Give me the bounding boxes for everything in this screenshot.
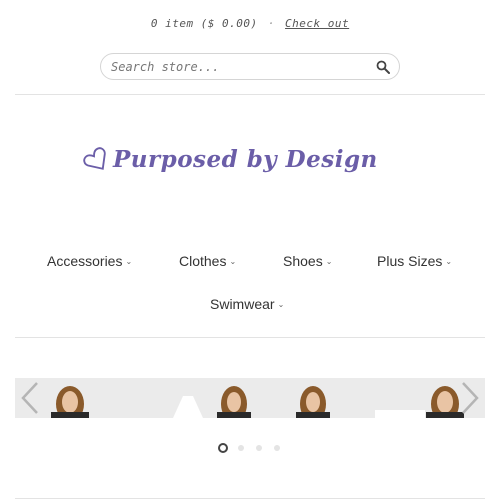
chevron-down-icon: ⌄ <box>277 300 285 309</box>
chevron-down-icon: ⌄ <box>325 257 333 266</box>
slider-dot-2[interactable] <box>238 445 244 451</box>
slide-image <box>217 386 251 418</box>
image-slider <box>15 378 485 418</box>
nav-item-shoes[interactable]: Shoes ⌄ <box>283 253 332 269</box>
footer-divider <box>15 498 485 499</box>
header-divider <box>15 94 485 95</box>
nav-item-accessories[interactable]: Accessories ⌄ <box>47 253 132 269</box>
cart-separator: · <box>267 17 275 30</box>
chevron-down-icon: ⌄ <box>229 257 237 266</box>
chevron-left-icon[interactable] <box>19 381 41 415</box>
nav-item-clothes[interactable]: Clothes ⌄ <box>179 253 236 269</box>
cart-summary: 0 item ($ 0.00) <box>150 17 258 30</box>
nav-label: Clothes <box>179 253 227 269</box>
chevron-right-icon[interactable] <box>459 381 481 415</box>
nav-label: Plus Sizes <box>377 253 443 269</box>
nav-divider <box>15 337 485 338</box>
nav-label: Shoes <box>283 253 323 269</box>
slide-image <box>51 386 89 418</box>
logo-text: Purposed by Design <box>113 146 378 173</box>
nav-label: Accessories <box>47 253 123 269</box>
cart-summary-bar: 0 item ($ 0.00) · Check out <box>0 17 500 30</box>
slide-image <box>375 410 425 418</box>
search-input[interactable] <box>111 57 366 77</box>
slider-dot-4[interactable] <box>274 445 280 451</box>
store-logo[interactable]: Purposed by Design <box>80 142 400 182</box>
slider-pagination <box>0 443 500 455</box>
nav-label: Swimwear <box>210 296 275 312</box>
chevron-down-icon: ⌄ <box>125 257 133 266</box>
heart-outline-icon <box>83 147 106 170</box>
nav-item-swimwear[interactable]: Swimwear ⌄ <box>210 296 284 312</box>
search-icon[interactable] <box>376 60 390 74</box>
chevron-down-icon: ⌄ <box>445 257 453 266</box>
nav-item-plus-sizes[interactable]: Plus Sizes ⌄ <box>377 253 452 269</box>
slider-dot-3[interactable] <box>256 445 262 451</box>
slider-dot-1[interactable] <box>218 443 228 453</box>
search-box <box>100 53 400 80</box>
checkout-link[interactable]: Check out <box>285 17 349 30</box>
slide-image <box>173 396 203 418</box>
slide-image <box>296 386 330 418</box>
